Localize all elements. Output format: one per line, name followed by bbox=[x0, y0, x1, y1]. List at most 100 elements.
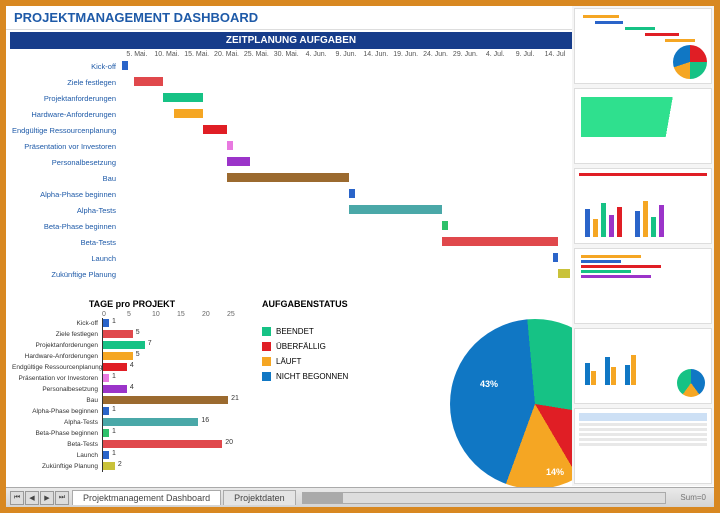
gantt-date: 9. Jun. bbox=[331, 51, 361, 58]
next-sheet-button[interactable]: ▶ bbox=[40, 491, 54, 505]
sum-indicator: Sum=0 bbox=[672, 493, 714, 502]
gantt-bar bbox=[122, 61, 128, 70]
gantt-task-label: Hardware-Anforderungen bbox=[12, 110, 122, 119]
bar-fill bbox=[103, 462, 115, 470]
bar-fill bbox=[103, 407, 109, 415]
last-sheet-button[interactable]: ⏭ bbox=[55, 491, 69, 505]
bar-row: Zukünftige Planung 2 bbox=[12, 461, 252, 472]
gantt-task-label: Projektanforderungen bbox=[12, 94, 122, 103]
bar-value: 1 bbox=[112, 450, 116, 457]
gantt-bar bbox=[349, 189, 355, 198]
bar-value: 20 bbox=[225, 439, 233, 446]
gantt-chart: 5. Mai.10. Mai.15. Mai.20. Mai.25. Mai.3… bbox=[6, 49, 576, 299]
gantt-bar bbox=[203, 125, 226, 134]
thumb-6[interactable] bbox=[574, 408, 712, 484]
bar-track: 21 bbox=[102, 395, 252, 406]
bar-label: Personalbesetzung bbox=[12, 386, 102, 393]
first-sheet-button[interactable]: ⏮ bbox=[10, 491, 24, 505]
thumb-5[interactable] bbox=[574, 328, 712, 404]
gantt-task-label: Kick-off bbox=[12, 62, 122, 71]
gantt-row: Launch bbox=[12, 250, 570, 266]
bar-row: Beta-Tests20 bbox=[12, 439, 252, 450]
thumb-2[interactable] bbox=[574, 88, 712, 164]
gantt-row: Bau bbox=[12, 170, 570, 186]
gantt-bar bbox=[174, 109, 203, 118]
bar-label: Endgültige Ressourcenplanung bbox=[12, 364, 102, 371]
gantt-date: 14. Jun. bbox=[361, 51, 391, 58]
gantt-track bbox=[122, 90, 570, 106]
gantt-date: 9. Jul. bbox=[510, 51, 540, 58]
gantt-row: Projektanforderungen bbox=[12, 90, 570, 106]
gantt-row: Beta-Tests bbox=[12, 234, 570, 250]
bar-fill bbox=[103, 319, 109, 327]
gantt-row: Beta-Phase beginnen bbox=[12, 218, 570, 234]
gantt-task-label: Alpha-Phase beginnen bbox=[12, 190, 122, 199]
bar-value: 1 bbox=[112, 373, 116, 380]
pie-label-43: 43% bbox=[480, 379, 498, 389]
bar-value: 16 bbox=[201, 417, 209, 424]
bar-row: Personalbesetzung4 bbox=[12, 384, 252, 395]
gantt-date: 25. Mai. bbox=[241, 51, 271, 58]
gantt-date: 10. Mai. bbox=[152, 51, 182, 58]
gantt-task-label: Beta-Tests bbox=[12, 238, 122, 247]
gantt-date: 30. Mai. bbox=[271, 51, 301, 58]
horizontal-scrollbar[interactable] bbox=[302, 492, 667, 504]
bar-track: 5 bbox=[102, 351, 252, 362]
bar-row: Alpha-Phase beginnen1 bbox=[12, 406, 252, 417]
bar-row: Bau21 bbox=[12, 395, 252, 406]
bar-track: 16 bbox=[102, 417, 252, 428]
bar-label: Kick-off bbox=[12, 320, 102, 327]
bar-row: Alpha-Tests16 bbox=[12, 417, 252, 428]
bar-row: Präsentation vor Investoren1 bbox=[12, 373, 252, 384]
bar-label: Zukünftige Planung bbox=[12, 463, 102, 470]
gantt-bar bbox=[227, 157, 250, 166]
bar-value: 5 bbox=[136, 329, 140, 336]
gantt-date-axis: 5. Mai.10. Mai.15. Mai.20. Mai.25. Mai.3… bbox=[122, 51, 570, 58]
gantt-date: 14. Jul bbox=[540, 51, 570, 58]
bar-label: Hardware-Anforderungen bbox=[12, 353, 102, 360]
gantt-row: Endgültige Ressourcenplanung bbox=[12, 122, 570, 138]
gantt-row: Hardware-Anforderungen bbox=[12, 106, 570, 122]
gantt-track bbox=[122, 138, 570, 154]
bar-label: Ziele festlegen bbox=[12, 331, 102, 338]
bar-track: 5 bbox=[102, 329, 252, 340]
bar-axis-tick: 0 bbox=[102, 311, 127, 318]
gantt-task-label: Präsentation vor Investoren bbox=[12, 142, 122, 151]
legend-label: BEENDET bbox=[276, 327, 314, 336]
bar-value: 2 bbox=[118, 461, 122, 468]
thumb-4[interactable] bbox=[574, 248, 712, 324]
gantt-bar bbox=[349, 205, 442, 214]
bar-value: 4 bbox=[130, 362, 134, 369]
bar-row: Beta-Phase beginnen1 bbox=[12, 428, 252, 439]
gantt-row: Alpha-Phase beginnen bbox=[12, 186, 570, 202]
prev-sheet-button[interactable]: ◀ bbox=[25, 491, 39, 505]
legend-label: LÄUFT bbox=[276, 357, 301, 366]
bar-chart: TAGE pro PROJEKT 0510152025 Kick-off1Zie… bbox=[12, 299, 252, 483]
bar-value: 21 bbox=[231, 395, 239, 402]
bar-fill bbox=[103, 385, 127, 393]
status-bar: ⏮ ◀ ▶ ⏭ Projektmanagement Dashboard Proj… bbox=[6, 487, 714, 507]
thumb-1[interactable] bbox=[574, 8, 712, 84]
scrollbar-thumb[interactable] bbox=[303, 493, 343, 503]
tab-projektdaten[interactable]: Projektdaten bbox=[223, 490, 296, 505]
gantt-date: 24. Jun. bbox=[421, 51, 451, 58]
bar-value: 7 bbox=[148, 340, 152, 347]
tab-dashboard[interactable]: Projektmanagement Dashboard bbox=[72, 490, 221, 505]
bar-axis-tick: 5 bbox=[127, 311, 152, 318]
legend-swatch bbox=[262, 372, 271, 381]
bar-value: 5 bbox=[136, 351, 140, 358]
bar-track: 2 bbox=[102, 461, 252, 472]
bar-axis: 0510152025 bbox=[102, 311, 252, 318]
gantt-date: 20. Mai. bbox=[212, 51, 242, 58]
gantt-track bbox=[122, 122, 570, 138]
gantt-track bbox=[122, 186, 570, 202]
gantt-task-label: Zukünftige Planung bbox=[12, 270, 122, 279]
thumb-3[interactable] bbox=[574, 168, 712, 244]
bar-label: Beta-Phase beginnen bbox=[12, 430, 102, 437]
bar-row: Hardware-Anforderungen 5 bbox=[12, 351, 252, 362]
gantt-date: 5. Mai. bbox=[122, 51, 152, 58]
legend-swatch bbox=[262, 327, 271, 336]
gantt-track bbox=[122, 170, 570, 186]
pie-section: AUFGABENSTATUS BEENDETÜBERFÄLLIGLÄUFTNIC… bbox=[262, 299, 570, 483]
bar-track: 4 bbox=[102, 384, 252, 395]
